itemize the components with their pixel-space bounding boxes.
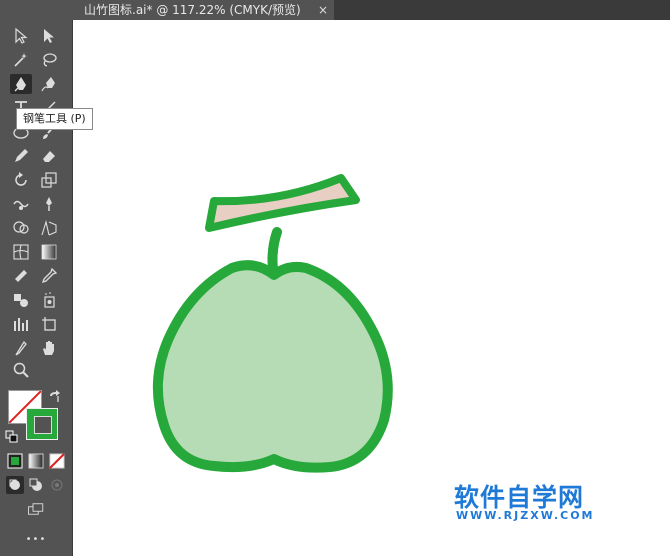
curvature-tool-icon[interactable] — [38, 74, 60, 94]
close-tab-button[interactable]: × — [318, 0, 328, 20]
screen-mode-icon[interactable] — [24, 500, 48, 518]
tools-panel: ••• — [0, 0, 73, 556]
fruit-cap — [205, 174, 360, 232]
column-graph-icon[interactable] — [10, 314, 32, 334]
puppet-warp-icon[interactable] — [38, 194, 60, 214]
fruit-stem — [267, 227, 282, 274]
lasso-icon[interactable] — [38, 50, 60, 70]
none-mode-icon[interactable] — [48, 452, 66, 470]
hand-icon[interactable] — [38, 338, 60, 358]
fruit-body — [152, 260, 393, 473]
measure-icon[interactable] — [10, 266, 32, 286]
pen-tool-tooltip: 钢笔工具 (P) — [16, 108, 93, 130]
stroke-swatch[interactable] — [26, 408, 58, 440]
eraser-icon[interactable] — [38, 146, 60, 166]
mangosteen-artwork[interactable] — [73, 20, 670, 556]
direct-selection-tool-icon[interactable] — [38, 26, 60, 46]
document-tab-bar: 山竹图标.ai* @ 117.22% (CMYK/预览) × — [72, 0, 670, 20]
pencil-icon[interactable] — [10, 146, 32, 166]
blend-icon[interactable] — [10, 290, 32, 310]
pen-tool-icon[interactable] — [10, 74, 32, 94]
document-tab-title: 山竹图标.ai* @ 117.22% (CMYK/预览) — [84, 3, 301, 17]
artboard-canvas[interactable]: 软件自学网 WWW.RJZXW.COM — [73, 20, 670, 556]
perspective-grid-icon[interactable] — [38, 218, 60, 238]
gradient-mode-icon[interactable] — [27, 452, 45, 470]
warp-icon[interactable] — [10, 194, 32, 214]
gradient-icon[interactable] — [38, 242, 60, 262]
selection-tool-icon[interactable] — [10, 26, 32, 46]
default-colors-icon[interactable] — [3, 428, 21, 446]
draw-behind-icon[interactable] — [27, 476, 45, 494]
watermark-url: WWW.RJZXW.COM — [456, 509, 595, 522]
draw-normal-icon[interactable] — [6, 476, 24, 494]
color-mode-icon[interactable] — [6, 452, 24, 470]
slice-icon[interactable] — [10, 338, 32, 358]
more-tools-button[interactable]: ••• — [0, 534, 72, 545]
scale-icon[interactable] — [38, 170, 60, 190]
magic-wand-icon[interactable] — [10, 50, 32, 70]
artboard-icon[interactable] — [38, 314, 60, 334]
symbol-sprayer-icon[interactable] — [38, 290, 60, 310]
zoom-icon[interactable] — [10, 360, 32, 380]
draw-inside-icon[interactable] — [48, 476, 66, 494]
shape-builder-icon[interactable] — [10, 218, 32, 238]
rotate-icon[interactable] — [10, 170, 32, 190]
document-tab[interactable]: 山竹图标.ai* @ 117.22% (CMYK/预览) × — [72, 0, 334, 20]
eyedropper-icon[interactable] — [38, 266, 60, 286]
mesh-icon[interactable] — [10, 242, 32, 262]
swap-fill-stroke-icon[interactable] — [46, 388, 64, 406]
